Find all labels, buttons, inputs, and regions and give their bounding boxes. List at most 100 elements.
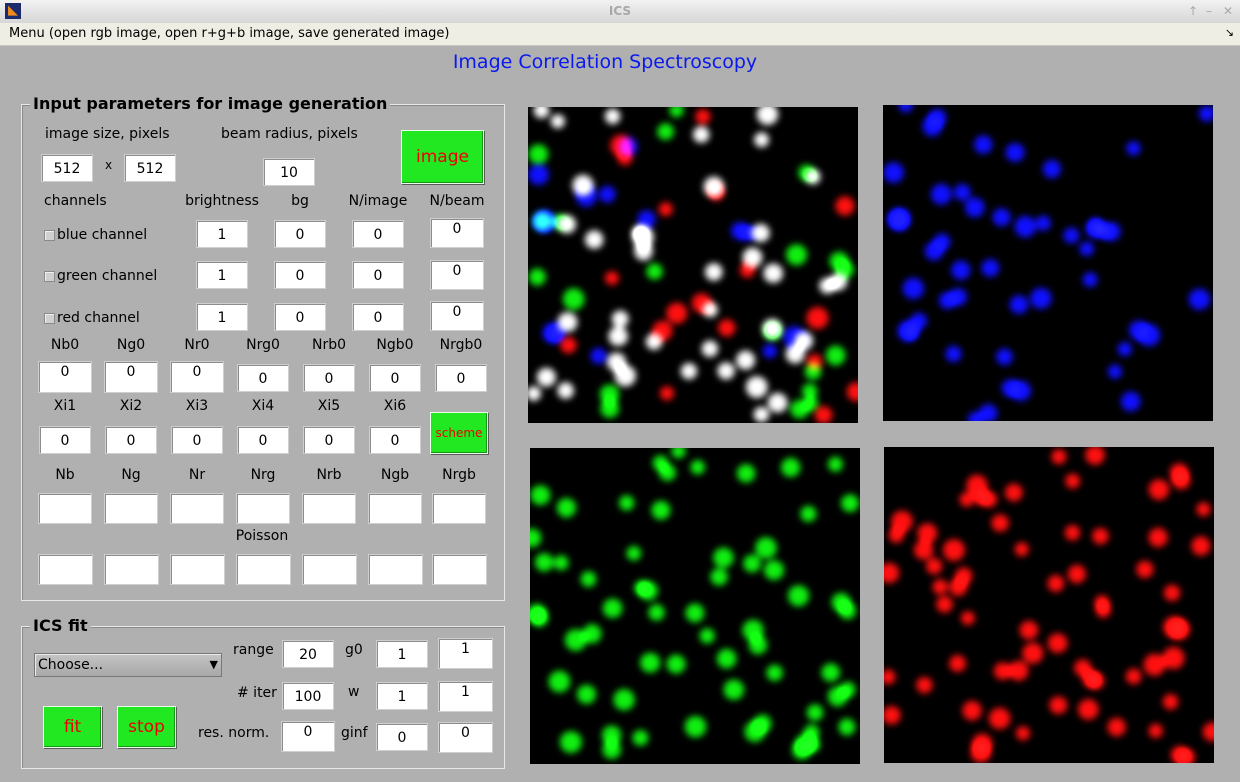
nrgb-value xyxy=(432,493,486,524)
red-channel-checkbox[interactable] xyxy=(44,313,55,324)
green-brightness-input[interactable]: 1 xyxy=(196,261,248,289)
nrg-label: Nrg xyxy=(250,467,276,483)
poisson-nrb-value xyxy=(302,554,357,585)
image-size-x-input[interactable]: 512 xyxy=(41,154,93,182)
xi1-input[interactable]: 0 xyxy=(39,426,91,454)
beam-radius-input[interactable]: 10 xyxy=(263,158,315,186)
menu-bar: Menu (open rgb image, open r+g+b image, … xyxy=(0,23,1240,46)
ginf-input[interactable]: 0 xyxy=(376,723,428,751)
scheme-button[interactable]: scheme xyxy=(430,412,488,454)
nrb0-input[interactable]: 0 xyxy=(303,364,355,392)
stop-button[interactable]: stop xyxy=(117,706,176,748)
poisson-ng-value xyxy=(104,554,159,585)
green-n-image-input[interactable]: 0 xyxy=(352,261,404,289)
rgb-composite-image xyxy=(528,107,858,423)
ginf-label: ginf xyxy=(341,725,368,741)
nr-value xyxy=(170,493,224,524)
red-channel-label: red channel xyxy=(57,310,140,326)
n-beam-header: N/beam xyxy=(429,193,485,209)
g0-result: 1 xyxy=(438,638,493,669)
g0-input[interactable]: 1 xyxy=(376,640,428,668)
n-image-header: N/image xyxy=(348,193,408,209)
xi6-input[interactable]: 0 xyxy=(369,426,421,454)
size-separator: x xyxy=(105,158,113,172)
xi3-label: Xi3 xyxy=(185,398,209,414)
nrb-label: Nrb xyxy=(316,467,342,483)
blue-n-beam-value: 0 xyxy=(430,218,484,248)
poisson-ngb-value xyxy=(368,554,423,585)
beam-radius-label: beam radius, pixels xyxy=(221,126,358,142)
green-channel-checkbox[interactable] xyxy=(44,271,55,282)
iter-label: # iter xyxy=(237,685,277,701)
green-bg-input[interactable]: 0 xyxy=(274,261,326,289)
blue-brightness-input[interactable]: 1 xyxy=(196,220,248,248)
nrb-value xyxy=(302,493,356,524)
nrg0-label: Nrg0 xyxy=(246,337,280,353)
nb0-label: Nb0 xyxy=(50,337,80,353)
image-size-label: image size, pixels xyxy=(45,126,170,142)
nrg0-input[interactable]: 0 xyxy=(237,364,289,392)
fit-model-select[interactable]: Choose... ▼ xyxy=(34,653,222,677)
fit-button[interactable]: fit xyxy=(43,706,102,748)
ng-value xyxy=(104,493,158,524)
chevron-down-icon: ▼ xyxy=(209,658,218,671)
ngb-value xyxy=(368,493,422,524)
nrgb0-label: Nrgb0 xyxy=(439,337,483,353)
nb0-value: 0 xyxy=(38,361,92,393)
maximize-icon[interactable]: ↑ xyxy=(1188,4,1198,18)
red-brightness-input[interactable]: 1 xyxy=(196,303,248,331)
green-channel-label: green channel xyxy=(57,268,158,284)
minimize-icon[interactable]: – xyxy=(1206,4,1212,18)
xi4-label: Xi4 xyxy=(251,398,275,414)
ics-fit-title: ICS fit xyxy=(30,616,91,635)
window-title-bar: ◣ ICS ↑ – ✕ xyxy=(0,0,1240,24)
resnorm-label: res. norm. xyxy=(198,725,270,741)
range-input[interactable]: 20 xyxy=(282,640,334,668)
poisson-nr-value xyxy=(170,554,225,585)
menu-item[interactable]: Menu (open rgb image, open r+g+b image, … xyxy=(9,26,449,41)
xi5-input[interactable]: 0 xyxy=(303,426,355,454)
range-label: range xyxy=(233,642,274,658)
red-n-image-input[interactable]: 0 xyxy=(352,303,404,331)
image-size-y-input[interactable]: 512 xyxy=(124,154,176,182)
poisson-nrg-value xyxy=(236,554,291,585)
red-bg-input[interactable]: 0 xyxy=(274,303,326,331)
w-label: w xyxy=(348,684,360,700)
blue-channel-label: blue channel xyxy=(57,227,148,243)
ngb-label: Ngb xyxy=(380,467,410,483)
xi2-input[interactable]: 0 xyxy=(105,426,157,454)
ng0-value: 0 xyxy=(104,361,158,393)
ngb0-input[interactable]: 0 xyxy=(369,364,421,392)
ng0-label: Ng0 xyxy=(116,337,146,353)
blue-channel-checkbox[interactable] xyxy=(44,230,55,241)
green-channel-image xyxy=(530,448,860,764)
xi3-input[interactable]: 0 xyxy=(171,426,223,454)
nrgb0-input[interactable]: 0 xyxy=(435,364,487,392)
ng-label: Ng xyxy=(121,467,141,483)
iter-input[interactable]: 100 xyxy=(282,682,334,710)
blue-n-image-input[interactable]: 0 xyxy=(352,220,404,248)
poisson-label: Poisson xyxy=(235,528,289,544)
channels-header: channels xyxy=(44,193,107,209)
resnorm-value: 0 xyxy=(281,721,335,752)
fit-model-select-value: Choose... xyxy=(38,657,104,673)
nrg-value xyxy=(236,493,290,524)
close-icon[interactable]: ✕ xyxy=(1223,4,1233,18)
g0-label: g0 xyxy=(345,642,363,658)
nrb0-label: Nrb0 xyxy=(311,337,347,353)
image-button[interactable]: image xyxy=(401,130,484,184)
bg-header: bg xyxy=(291,193,309,209)
green-n-beam-value: 0 xyxy=(430,260,484,290)
nrgb-label: Nrgb xyxy=(442,467,476,483)
menu-overflow-icon[interactable]: ↘ xyxy=(1225,26,1234,39)
w-input[interactable]: 1 xyxy=(376,682,428,710)
xi5-label: Xi5 xyxy=(317,398,341,414)
red-n-beam-value: 0 xyxy=(430,301,484,331)
xi1-label: Xi1 xyxy=(53,398,77,414)
nr0-label: Nr0 xyxy=(184,337,210,353)
xi4-input[interactable]: 0 xyxy=(237,426,289,454)
nb-label: Nb xyxy=(55,467,75,483)
blue-channel-image xyxy=(883,105,1213,421)
blue-bg-input[interactable]: 0 xyxy=(274,220,326,248)
poisson-nrgb-value xyxy=(432,554,487,585)
